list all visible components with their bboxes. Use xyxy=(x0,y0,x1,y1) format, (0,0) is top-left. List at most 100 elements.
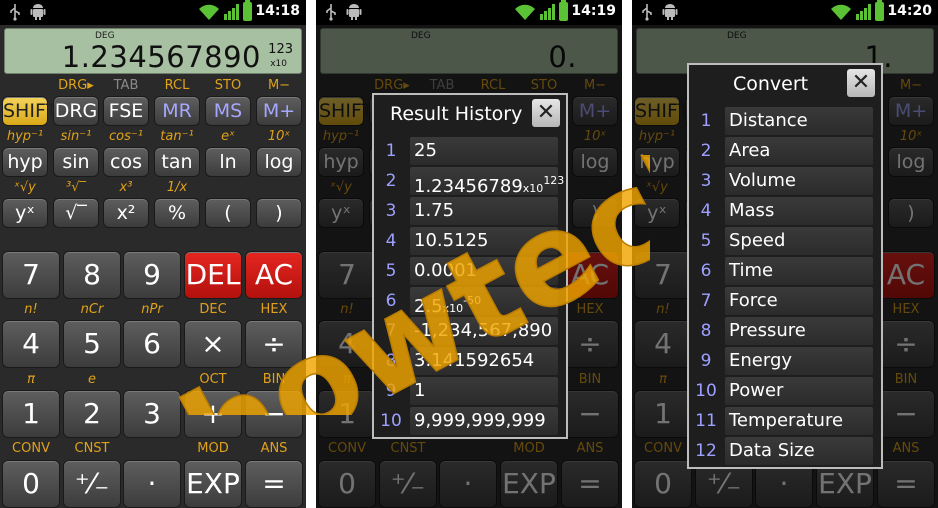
key-row6-3[interactable]: + xyxy=(184,390,242,438)
key-label: CNST xyxy=(74,441,110,456)
item-number: 12 xyxy=(695,441,717,461)
dialog-title: Convert xyxy=(733,73,809,95)
key-row4-4[interactable]: AC xyxy=(245,251,303,299)
item-value: Mass xyxy=(729,200,775,221)
key-row7-4[interactable]: = xyxy=(245,460,303,508)
close-icon[interactable]: ✕ xyxy=(847,69,875,97)
key-row4-0[interactable]: 7 xyxy=(2,251,60,299)
key-row1-1[interactable]: DRG xyxy=(53,96,99,126)
key-row2-5[interactable]: log xyxy=(256,147,302,177)
key-label: ANS xyxy=(260,441,288,456)
key-row7-2[interactable]: · xyxy=(123,460,181,508)
key-row2-3[interactable]: tan xyxy=(154,147,200,177)
key-row5-3[interactable]: × xyxy=(184,320,242,368)
history-item[interactable]: 10 9,999,999,999 xyxy=(378,407,562,435)
key-row3-0[interactable]: yˣ xyxy=(2,198,48,228)
key-label: sin⁻¹ xyxy=(60,129,92,144)
key-row4-2[interactable]: 9 xyxy=(123,251,181,299)
convert-dialog: Convert ✕ 1 Distance 2 Area 3 Volume 4 Mass 5 Speed… xyxy=(687,63,883,469)
key-row7-0[interactable]: 0 xyxy=(2,460,60,508)
status-bar: 14:20 xyxy=(632,0,938,25)
key-row6-0[interactable]: 1 xyxy=(2,390,60,438)
item-text: -1,234,567,890 xyxy=(410,317,558,345)
key-row4-1[interactable]: 8 xyxy=(63,251,121,299)
battery-icon xyxy=(875,0,884,21)
item-number: 8 xyxy=(700,321,712,341)
key-row2-0[interactable]: hyp xyxy=(2,147,48,177)
key-row5-1[interactable]: 5 xyxy=(63,320,121,368)
history-item[interactable]: 91 xyxy=(378,377,562,405)
key-label: cos⁻¹ xyxy=(109,129,143,144)
key-row6-1[interactable]: 2 xyxy=(63,390,121,438)
item-text: Time xyxy=(725,257,873,285)
key-row6-2[interactable]: 3 xyxy=(123,390,181,438)
convert-item[interactable]: 1 Distance xyxy=(693,107,877,135)
phone-screen-3: 14:20 DEG 1. DRG▸TABRCLSTOM−SHIFTDRGFSEM… xyxy=(632,0,938,508)
item-number: 5 xyxy=(700,231,712,251)
convert-item[interactable]: 3 Volume xyxy=(693,167,877,195)
key-row3-4[interactable]: ( xyxy=(205,198,251,228)
convert-item[interactable]: 2 Area xyxy=(693,137,877,165)
convert-item[interactable]: 11 Temperature xyxy=(693,407,877,435)
item-value: 1 xyxy=(414,380,426,401)
key-row5-4[interactable]: ÷ xyxy=(245,320,303,368)
key-row1-2[interactable]: FSE xyxy=(103,96,149,126)
item-value: Temperature xyxy=(729,410,844,431)
history-item[interactable]: 3 1.75 xyxy=(378,197,562,225)
item-value: Distance xyxy=(729,110,808,131)
key-row3-5[interactable]: ) xyxy=(256,198,302,228)
close-icon[interactable]: ✕ xyxy=(532,99,560,127)
signal-icon xyxy=(856,4,871,20)
item-x10: x10 xyxy=(442,302,464,315)
convert-item[interactable]: 12 Data Size xyxy=(693,437,877,465)
wifi-icon xyxy=(199,4,219,20)
convert-item[interactable]: 7 Force xyxy=(693,287,877,315)
key-label: MOD xyxy=(197,441,229,456)
key-row7-3[interactable]: EXP xyxy=(184,460,242,508)
convert-item[interactable]: 6 Time xyxy=(693,257,877,285)
dialog-title: Result History xyxy=(390,103,523,125)
item-number: 3 xyxy=(385,201,397,221)
item-number: 2 xyxy=(700,141,712,161)
key-row1-4[interactable]: MS xyxy=(205,96,251,126)
key-row3-3[interactable]: % xyxy=(154,198,200,228)
key-row3-2[interactable]: x² xyxy=(103,198,149,228)
history-item[interactable]: 6 2.5x10-50 xyxy=(378,287,562,317)
item-text: Mass xyxy=(725,197,873,225)
key-row1-0[interactable]: SHIFT xyxy=(2,96,57,126)
item-number: 7 xyxy=(385,321,397,341)
key-row1-5[interactable]: M+ xyxy=(256,96,302,126)
history-item[interactable]: 1 25 xyxy=(378,137,562,165)
convert-item[interactable]: 9 Energy xyxy=(693,347,877,375)
convert-item[interactable]: 8 Pressure xyxy=(693,317,877,345)
item-value: Area xyxy=(729,140,771,161)
result-history-dialog: Result History ✕ 1 25 2 1.23456789x10123 3 1.75… xyxy=(372,93,568,439)
key-row2-1[interactable]: sin xyxy=(53,147,99,177)
key-row5-0[interactable]: 4 xyxy=(2,320,60,368)
key-row2-2[interactable]: cos xyxy=(103,147,149,177)
key-row1-3[interactable]: MR xyxy=(154,96,200,126)
wifi-icon xyxy=(515,4,535,20)
item-text: Force xyxy=(725,287,873,315)
key-row3-1[interactable]: √‾ xyxy=(53,198,99,228)
convert-item[interactable]: 5 Speed xyxy=(693,227,877,255)
key-row7-1[interactable]: ⁺⁄₋ xyxy=(63,460,121,508)
history-item[interactable]: 7 -1,234,567,890 xyxy=(378,317,562,345)
item-text: 0.0001 xyxy=(410,257,558,285)
key-label: x³ xyxy=(119,180,133,195)
convert-item[interactable]: 4 Mass xyxy=(693,197,877,225)
key-row5-2[interactable]: 6 xyxy=(123,320,181,368)
history-item[interactable]: 8 3.141592654 xyxy=(378,347,562,375)
key-row2-4[interactable]: ln xyxy=(205,147,251,177)
key-label: HEX xyxy=(260,302,288,317)
key-row6-4[interactable]: − xyxy=(245,390,303,438)
history-item[interactable]: 4 10.5125 xyxy=(378,227,562,255)
clock: 14:20 xyxy=(887,3,932,19)
key-label: STO xyxy=(214,78,242,93)
history-item[interactable]: 5 0.0001 xyxy=(378,257,562,285)
convert-item[interactable]: 10 Power xyxy=(693,377,877,405)
history-item[interactable]: 2 1.23456789x10123 xyxy=(378,167,564,197)
key-row4-3[interactable]: DEL xyxy=(184,251,242,299)
item-exponent: -50 xyxy=(463,294,482,307)
item-number: 6 xyxy=(385,291,397,311)
